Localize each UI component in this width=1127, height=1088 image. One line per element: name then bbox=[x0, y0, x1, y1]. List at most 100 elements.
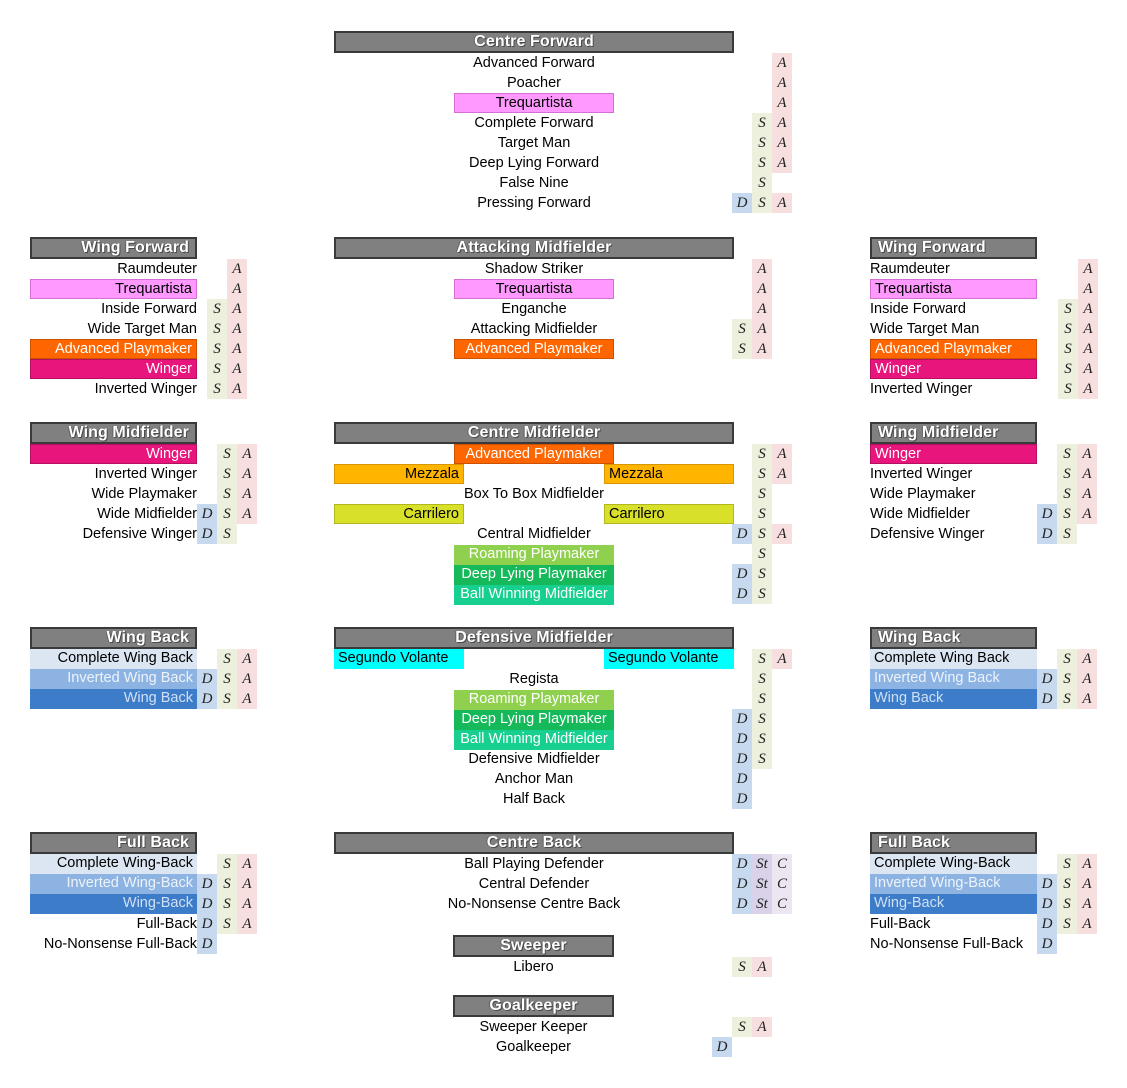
duty-column-s: S S S S bbox=[1057, 854, 1077, 954]
role-row[interactable]: Deep Lying Forward bbox=[334, 153, 734, 173]
duty-cell bbox=[1057, 934, 1077, 954]
role-row[interactable]: Goalkeeper bbox=[453, 1037, 614, 1057]
duty-cell: A bbox=[772, 193, 792, 213]
role-row[interactable]: Complete Wing-Back bbox=[30, 854, 197, 874]
role-row[interactable]: Defensive Winger bbox=[30, 524, 197, 544]
duty-cell: D bbox=[197, 669, 217, 689]
duty-cell: S bbox=[752, 464, 772, 484]
role-row[interactable]: Shadow Striker bbox=[334, 259, 734, 279]
role-label: Regista bbox=[509, 671, 559, 687]
role-row[interactable]: Winger bbox=[30, 359, 197, 379]
role-row[interactable]: Deep Lying Playmaker bbox=[334, 709, 734, 730]
duty-cell: A bbox=[1077, 444, 1097, 464]
role-row[interactable]: Regista bbox=[334, 669, 734, 689]
role-list-centre-forward: Advanced Forward Poacher Trequartista Co… bbox=[334, 53, 734, 213]
role-row[interactable]: Complete Forward bbox=[334, 113, 734, 133]
role-row[interactable]: Advanced Playmaker bbox=[334, 339, 734, 359]
role-row[interactable]: Poacher bbox=[334, 73, 734, 93]
role-row[interactable]: Enganche bbox=[334, 299, 734, 319]
role-row[interactable]: Trequartista bbox=[334, 279, 734, 299]
role-row[interactable]: Ball Playing Defender bbox=[334, 854, 734, 874]
role-row[interactable]: Advanced Playmaker bbox=[870, 339, 1037, 359]
role-row[interactable]: Raumdeuter bbox=[870, 259, 1037, 279]
role-row[interactable]: Defensive Midfielder bbox=[334, 749, 734, 769]
role-row[interactable]: Wide Target Man bbox=[870, 319, 1037, 339]
role-label: Enganche bbox=[501, 301, 567, 317]
duty-cell bbox=[772, 769, 792, 789]
role-row[interactable]: Mezzala Mezzala bbox=[334, 464, 734, 484]
role-row[interactable]: Advanced Forward bbox=[334, 53, 734, 73]
role-row[interactable]: Inverted Winger bbox=[30, 464, 197, 484]
role-row[interactable]: Ball Winning Midfielder bbox=[334, 729, 734, 750]
role-row[interactable]: Inside Forward bbox=[870, 299, 1037, 319]
role-label: Poacher bbox=[506, 75, 561, 91]
role-row[interactable]: Full-Back bbox=[30, 914, 197, 934]
role-row[interactable]: No-Nonsense Centre Back bbox=[334, 894, 734, 914]
role-row[interactable]: Inverted Winger bbox=[870, 464, 1037, 484]
role-row[interactable]: Roaming Playmaker bbox=[334, 689, 734, 710]
duty-cell bbox=[732, 53, 752, 73]
role-row[interactable]: Deep Lying Playmaker bbox=[334, 564, 734, 585]
role-row[interactable]: Sweeper Keeper bbox=[453, 1017, 614, 1037]
role-row[interactable]: Complete Wing Back bbox=[30, 649, 197, 669]
duty-cell: D bbox=[197, 874, 217, 894]
role-row[interactable]: Inverted Wing-Back bbox=[870, 874, 1037, 894]
role-row[interactable]: Central Defender bbox=[334, 874, 734, 894]
role-row[interactable]: Roaming Playmaker bbox=[334, 544, 734, 565]
duty-cell: A bbox=[772, 524, 792, 544]
duty-column-a: A A A A bbox=[1077, 444, 1097, 544]
role-row[interactable]: Wing-Back bbox=[30, 894, 197, 914]
role-row[interactable]: Wing Back bbox=[870, 689, 1037, 709]
role-row[interactable]: Raumdeuter bbox=[30, 259, 197, 279]
role-row[interactable]: Libero bbox=[453, 957, 614, 977]
role-row[interactable]: Defensive Winger bbox=[870, 524, 1037, 544]
role-row[interactable]: Trequartista bbox=[870, 279, 1037, 299]
role-row[interactable]: Wide Midfielder bbox=[30, 504, 197, 524]
duty-cell: A bbox=[237, 669, 257, 689]
role-row[interactable]: Wide Playmaker bbox=[30, 484, 197, 504]
role-row[interactable]: Wide Target Man bbox=[30, 319, 197, 339]
role-row[interactable]: No-Nonsense Full-Back bbox=[870, 934, 1037, 954]
role-row[interactable]: Segundo Volante Segundo Volante bbox=[334, 649, 734, 669]
role-label: Wide Midfielder bbox=[870, 506, 970, 522]
role-row[interactable]: Winger bbox=[870, 444, 1037, 464]
role-list-full-back-left: Complete Wing-Back Inverted Wing-Back Wi… bbox=[30, 854, 197, 954]
role-row[interactable]: Pressing Forward bbox=[334, 193, 734, 213]
role-row[interactable]: Wide Midfielder bbox=[870, 504, 1037, 524]
role-row[interactable]: Winger bbox=[870, 359, 1037, 379]
role-row[interactable]: Wing Back bbox=[30, 689, 197, 709]
role-row[interactable]: No-Nonsense Full-Back bbox=[30, 934, 197, 954]
role-row[interactable]: Ball Winning Midfielder bbox=[334, 584, 734, 605]
duty-cell: S bbox=[1057, 464, 1077, 484]
role-row[interactable]: Trequartista bbox=[30, 279, 197, 299]
role-row[interactable]: Inverted Wing Back bbox=[30, 669, 197, 689]
role-row[interactable]: Central Midfielder bbox=[334, 524, 734, 544]
role-row[interactable]: Target Man bbox=[334, 133, 734, 153]
role-row[interactable]: Complete Wing Back bbox=[870, 649, 1037, 669]
role-row[interactable]: Box To Box Midfielder bbox=[334, 484, 734, 504]
role-row[interactable]: Inverted Winger bbox=[30, 379, 197, 399]
role-row[interactable]: Inside Forward bbox=[30, 299, 197, 319]
role-row[interactable]: False Nine bbox=[334, 173, 734, 193]
duty-cell: S bbox=[732, 319, 752, 339]
role-row[interactable]: Inverted Wing-Back bbox=[30, 874, 197, 894]
role-row[interactable]: Half Back bbox=[334, 789, 734, 809]
role-row[interactable]: Wide Playmaker bbox=[870, 484, 1037, 504]
role-row[interactable]: Inverted Wing Back bbox=[870, 669, 1037, 689]
role-row[interactable]: Winger bbox=[30, 444, 197, 464]
duty-cell: S bbox=[752, 689, 772, 709]
role-row[interactable]: Attacking Midfielder bbox=[334, 319, 734, 339]
duty-cell: A bbox=[227, 279, 247, 299]
role-row[interactable]: Complete Wing-Back bbox=[870, 854, 1037, 874]
role-row[interactable]: Carrilero Carrilero bbox=[334, 504, 734, 524]
role-row[interactable]: Wing-Back bbox=[870, 894, 1037, 914]
role-label-roaming-playmaker: Roaming Playmaker bbox=[454, 545, 614, 565]
role-row[interactable]: Advanced Playmaker bbox=[30, 339, 197, 359]
role-row[interactable]: Anchor Man bbox=[334, 769, 734, 789]
duty-cell: D bbox=[732, 729, 752, 749]
role-row[interactable]: Full-Back bbox=[870, 914, 1037, 934]
group-wing-back-right: Wing Back Complete Wing Back Inverted Wi… bbox=[870, 627, 1097, 709]
role-row[interactable]: Advanced Playmaker bbox=[334, 444, 734, 464]
role-row[interactable]: Trequartista bbox=[334, 93, 734, 113]
role-row[interactable]: Inverted Winger bbox=[870, 379, 1037, 399]
